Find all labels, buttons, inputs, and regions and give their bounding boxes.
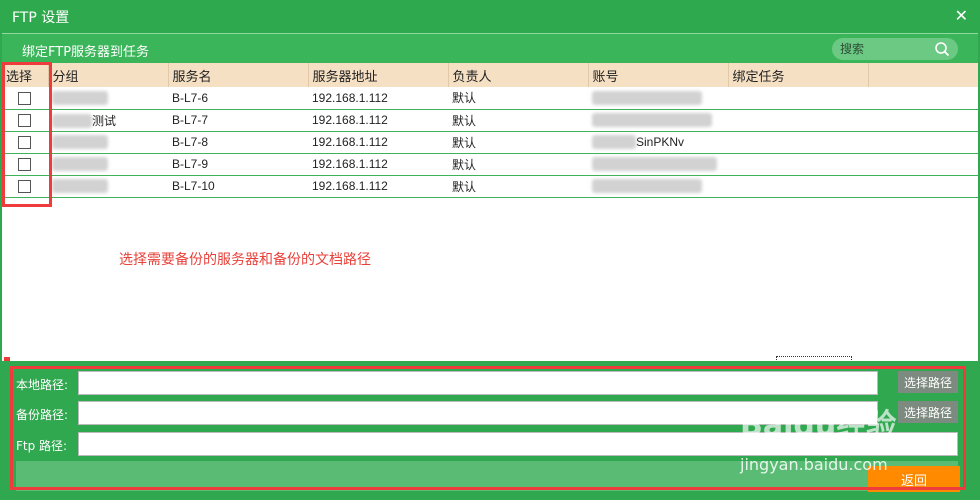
search-icon[interactable]: [934, 41, 950, 57]
row-address: 192.168.1.112: [308, 87, 448, 110]
row-address: 192.168.1.112: [308, 131, 448, 154]
table-row[interactable]: 测试 B-L7-7 192.168.1.112 默认: [2, 109, 978, 132]
col-owner[interactable]: 负责人: [448, 63, 589, 87]
row-service: B-L7-9: [168, 153, 308, 176]
redacted-group: [52, 114, 92, 129]
row-service: B-L7-10: [168, 175, 308, 198]
row-owner: 默认: [448, 87, 588, 110]
table-header: 选择 分组 服务名 服务器地址 负责人 账号 绑定任务: [2, 63, 978, 87]
row-service: B-L7-6: [168, 87, 308, 110]
row-service: B-L7-7: [168, 109, 308, 132]
col-service[interactable]: 服务名: [168, 63, 309, 87]
row-group: 测试: [92, 113, 117, 128]
col-address[interactable]: 服务器地址: [308, 63, 449, 87]
redacted-group: [52, 135, 108, 150]
row-task: [728, 153, 868, 176]
watermark-url: jingyan.baidu.com: [740, 455, 888, 474]
annotation-text: 选择需要备份的服务器和备份的文档路径: [119, 252, 371, 268]
redacted-group: [52, 91, 108, 106]
highlight-select-column: [2, 62, 52, 207]
row-owner: 默认: [448, 109, 588, 132]
redacted-account: [592, 135, 636, 150]
col-group[interactable]: 分组: [48, 63, 169, 87]
watermark-logo: Baidu经验: [740, 408, 897, 443]
row-task: [728, 175, 868, 198]
close-icon[interactable]: ✕: [955, 6, 968, 25]
row-task: [728, 131, 868, 154]
row-owner: 默认: [448, 175, 588, 198]
row-task: [728, 109, 868, 132]
title-bar: FTP 设置 ✕: [0, 0, 980, 33]
row-service: B-L7-8: [168, 131, 308, 154]
row-address: 192.168.1.112: [308, 153, 448, 176]
row-account: SinPKNv: [636, 134, 685, 149]
search-box[interactable]: [832, 38, 958, 60]
table-row[interactable]: B-L7-9 192.168.1.112 默认: [2, 153, 978, 176]
search-input[interactable]: [840, 42, 936, 56]
table-row[interactable]: B-L7-8 192.168.1.112 默认 SinPKNv: [2, 131, 978, 154]
row-address: 192.168.1.112: [308, 109, 448, 132]
redacted-account: [592, 179, 702, 194]
toolbar: 绑定FTP服务器到任务: [2, 33, 978, 63]
col-spacer: [868, 63, 978, 87]
row-task: [728, 87, 868, 110]
table-row[interactable]: B-L7-10 192.168.1.112 默认: [2, 175, 978, 198]
table-bottom-line: [2, 197, 978, 198]
redacted-group: [52, 179, 108, 194]
bind-task-label: 绑定FTP服务器到任务: [22, 45, 150, 60]
watermark: Baidu经验 jingyan.baidu.com: [740, 400, 897, 474]
col-task[interactable]: 绑定任务: [728, 63, 869, 87]
redacted-account: [592, 157, 717, 172]
row-owner: 默认: [448, 153, 588, 176]
server-table: 选择 分组 服务名 服务器地址 负责人 账号 绑定任务 B-L7-6 192.1…: [2, 63, 978, 198]
row-address: 192.168.1.112: [308, 175, 448, 198]
window-title: FTP 设置: [12, 9, 70, 26]
col-account[interactable]: 账号: [588, 63, 729, 87]
redacted-account: [592, 113, 712, 128]
row-owner: 默认: [448, 131, 588, 154]
redacted-account: [592, 91, 702, 106]
redacted-group: [52, 157, 108, 172]
server-table-panel: 选择 分组 服务名 服务器地址 负责人 账号 绑定任务 B-L7-6 192.1…: [2, 63, 978, 361]
table-row[interactable]: B-L7-6 192.168.1.112 默认: [2, 87, 978, 110]
